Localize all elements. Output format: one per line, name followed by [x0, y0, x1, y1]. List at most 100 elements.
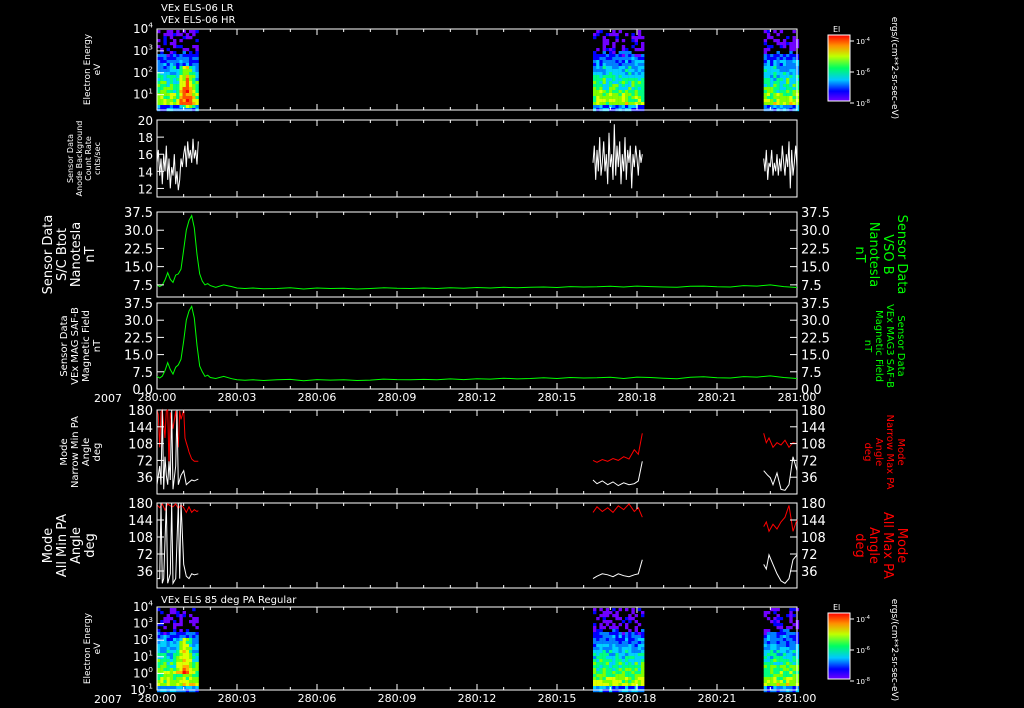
x-tick-label: 280:15 — [538, 391, 577, 404]
heatmap-cell — [157, 60, 161, 64]
heatmap-cell — [602, 674, 606, 678]
heatmap-cell — [596, 90, 600, 94]
heatmap-cell — [195, 54, 199, 58]
heatmap-cell — [766, 36, 771, 40]
heatmap-cell — [763, 102, 768, 106]
heatmap-cell — [192, 63, 196, 67]
heatmap-cell — [779, 42, 784, 46]
heatmap-cell — [773, 671, 777, 675]
heatmap-cell — [189, 66, 193, 70]
heatmap-cell — [176, 60, 180, 64]
y-tick-label: 72 — [136, 454, 153, 469]
heatmap-cell — [615, 659, 619, 663]
heatmap-cell — [179, 689, 183, 693]
heatmap-cell — [618, 671, 622, 675]
heatmap-cell — [625, 644, 629, 648]
heatmap-cell — [615, 626, 619, 630]
heatmap-cell — [189, 75, 193, 79]
heatmap-cell — [779, 57, 784, 61]
heatmap-cell — [789, 84, 793, 88]
heatmap-cell — [163, 674, 167, 678]
heatmap-cell — [192, 689, 196, 693]
heatmap-cell — [641, 75, 645, 79]
heatmap-cell — [786, 42, 790, 46]
heatmap-cell — [173, 90, 177, 94]
heatmap-cell — [166, 90, 170, 94]
heatmap-cell — [789, 57, 793, 61]
heatmap-cell — [605, 84, 610, 88]
heatmap-cell — [789, 662, 793, 666]
heatmap-cell — [163, 78, 167, 82]
heatmap-cell — [163, 54, 167, 58]
heatmap-cell — [792, 63, 796, 67]
heatmap-cell — [173, 638, 177, 642]
heatmap-cell — [192, 87, 196, 91]
heatmap-cell — [189, 69, 193, 73]
heatmap-cell — [786, 671, 790, 675]
heatmap-cell — [631, 96, 635, 100]
heatmap-cell — [182, 93, 186, 97]
heatmap-cell — [763, 653, 768, 657]
heatmap-cell — [634, 99, 638, 103]
heatmap-cell — [625, 72, 629, 76]
heatmap-cell — [763, 662, 768, 666]
heatmap-cell — [782, 674, 787, 678]
heatmap-cell — [160, 635, 164, 639]
heatmap-cell — [189, 638, 193, 642]
heatmap-cell — [631, 90, 635, 94]
heatmap-cell — [605, 689, 610, 693]
heatmap-cell — [786, 659, 790, 663]
x-tick-label: 280:15 — [538, 692, 577, 705]
heatmap-cell — [618, 75, 622, 79]
heatmap-cell — [609, 69, 613, 73]
heatmap-cell — [621, 680, 626, 684]
heatmap-cell — [615, 647, 619, 651]
heatmap-cell — [779, 665, 784, 669]
heatmap-cell — [593, 72, 597, 76]
heatmap-cell — [176, 90, 180, 94]
heatmap-cell — [182, 644, 186, 648]
heatmap-cell — [776, 623, 780, 627]
heatmap-cell — [195, 99, 199, 103]
heatmap-cell — [789, 102, 793, 106]
heatmap-cell — [773, 632, 777, 636]
heatmap-cell — [792, 665, 796, 669]
heatmap-cell — [770, 662, 774, 666]
heatmap-cell — [596, 683, 600, 687]
heatmap-cell — [182, 69, 186, 73]
heatmap-cell — [782, 686, 787, 690]
heatmap-cell — [163, 102, 167, 106]
heatmap-cell — [792, 659, 796, 663]
heatmap-cell — [773, 623, 777, 627]
heatmap-cell — [602, 75, 606, 79]
heatmap-cell — [195, 641, 199, 645]
heatmap-cell — [192, 72, 196, 76]
x-tick-label: 280:06 — [298, 391, 337, 404]
y-tick-label-right: 108 — [801, 531, 826, 546]
heatmap-cell — [618, 96, 622, 100]
heatmap-cell — [634, 650, 638, 654]
heatmap-cell — [195, 680, 199, 684]
heatmap-cell — [634, 629, 638, 633]
heatmap-cell — [602, 93, 606, 97]
heatmap-cell — [157, 662, 161, 666]
right-axis-label: nT — [852, 246, 867, 262]
heatmap-cell — [773, 650, 777, 654]
heatmap-cell — [612, 102, 616, 106]
heatmap-cell — [628, 84, 632, 88]
heatmap-cell — [596, 48, 600, 52]
heatmap-cell — [763, 656, 768, 660]
heatmap-cell — [596, 659, 600, 663]
heatmap-cell — [192, 644, 196, 648]
heatmap-cell — [599, 662, 603, 666]
heatmap-cell — [185, 102, 190, 106]
heatmap-cell — [609, 650, 613, 654]
heatmap-cell — [185, 662, 190, 666]
heatmap-cell — [618, 686, 622, 690]
heatmap-cell — [166, 644, 170, 648]
heatmap-cell — [157, 686, 161, 690]
heatmap-cell — [618, 656, 622, 660]
heatmap-cell — [763, 66, 768, 70]
background — [0, 0, 1024, 708]
heatmap-cell — [612, 653, 616, 657]
